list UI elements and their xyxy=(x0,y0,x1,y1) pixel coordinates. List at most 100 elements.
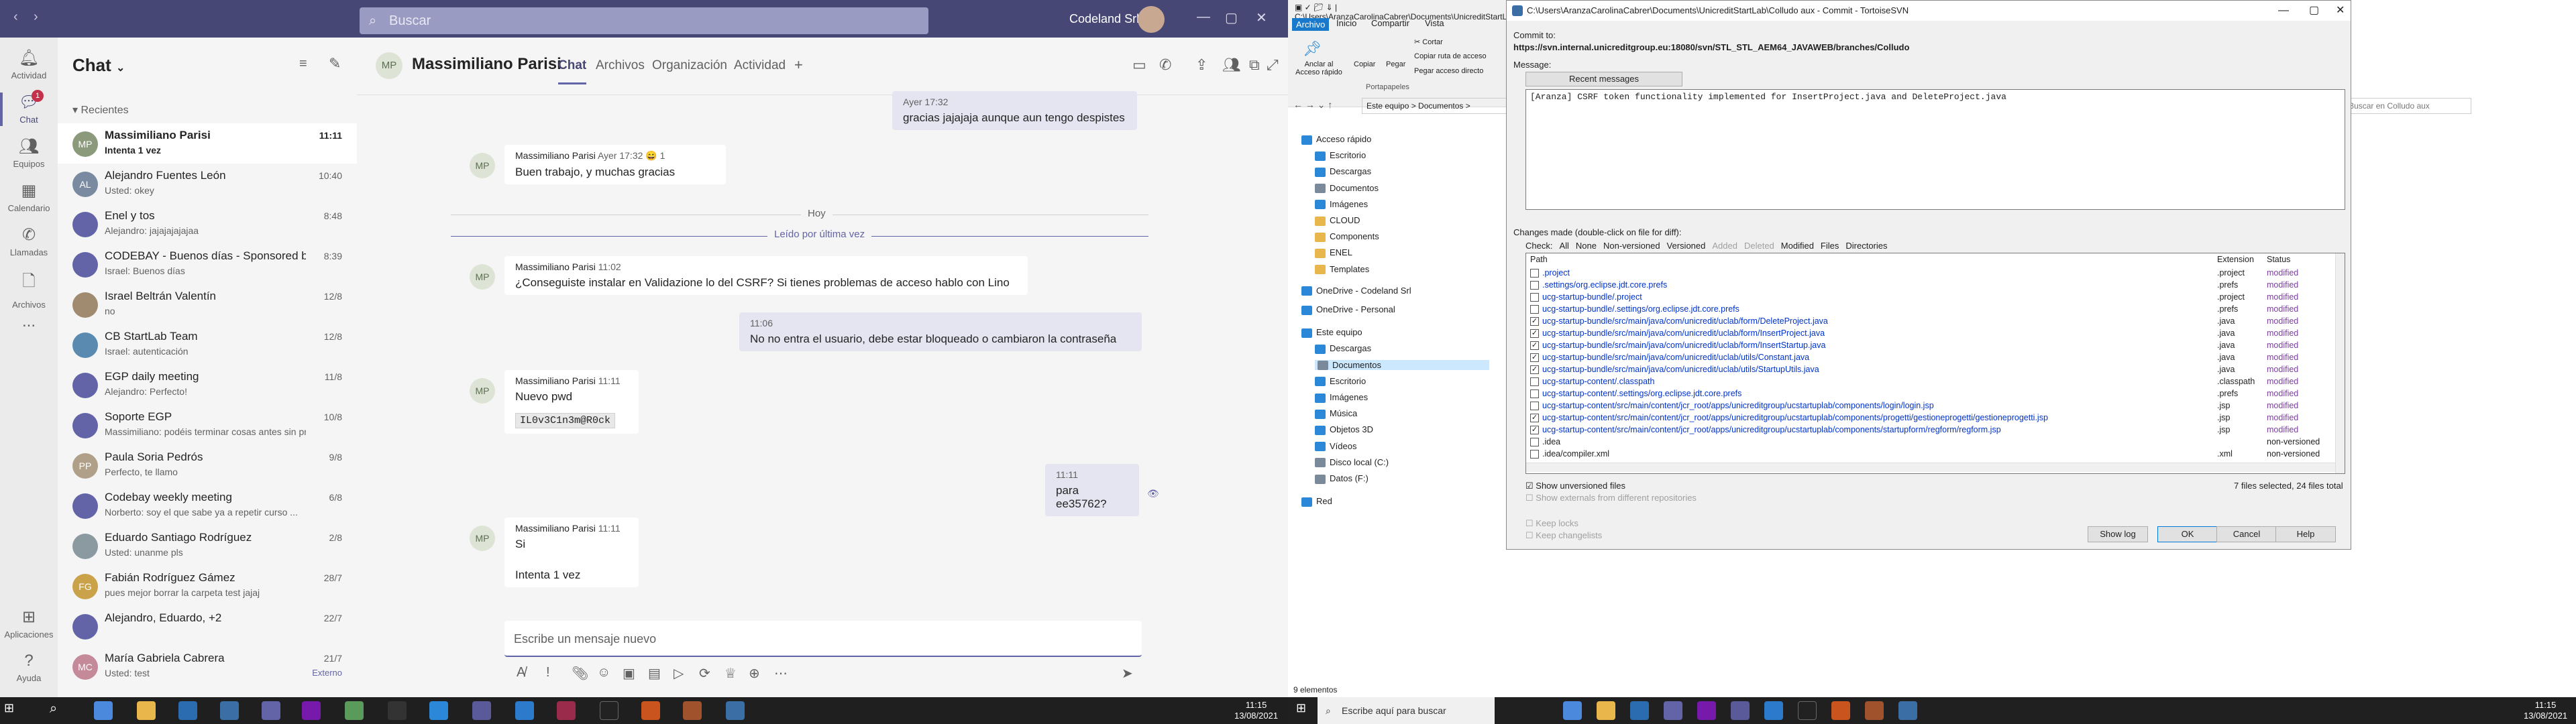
video-call-icon[interactable]: ▭ xyxy=(1132,56,1146,74)
help-button[interactable]: Help xyxy=(2275,526,2336,542)
file-row[interactable]: ✓ ucg-startup-bundle/src/main/java/com/un… xyxy=(1526,327,2331,339)
check-filter-non-versioned[interactable]: Non-versioned xyxy=(1603,241,1660,251)
horizontal-scrollbar[interactable] xyxy=(1526,463,2335,472)
file-checkbox[interactable]: ✓ xyxy=(1530,414,1539,422)
rail-apps[interactable]: ⊞ Aplicaciones xyxy=(0,601,58,648)
recent-messages-button[interactable]: Recent messages xyxy=(1525,72,1682,86)
important-icon[interactable]: ! xyxy=(546,665,550,680)
show-log-button[interactable]: Show log xyxy=(2088,526,2148,542)
ok-button[interactable]: OK xyxy=(2157,526,2218,542)
file-row[interactable]: .settings/org.eclipse.jdt.core.prefs .pre… xyxy=(1526,279,2331,291)
nav-item[interactable]: Datos (F:) xyxy=(1315,473,1368,484)
check-filter-versioned[interactable]: Versioned xyxy=(1667,241,1706,251)
back-arrow-icon[interactable]: ‹ xyxy=(13,9,18,25)
nav-item[interactable]: Documentos xyxy=(1315,359,1489,371)
chat-list-item[interactable]: FG Fabián Rodríguez Gámez pues mejor borra… xyxy=(58,566,357,606)
check-filter-none[interactable]: None xyxy=(1576,241,1597,251)
nav-item[interactable]: Música xyxy=(1315,408,1357,419)
windows-start-icon[interactable]: ⊞ xyxy=(4,701,23,720)
message-mine[interactable]: 11:11 para ee35762? xyxy=(1045,464,1139,516)
check-filter-modified[interactable]: Modified xyxy=(1781,241,1814,251)
chat-list-item[interactable]: Soporte EGP Massimiliano: podéis terminar… xyxy=(58,405,357,445)
chat-list-item[interactable]: Enel y tos Alejandro: jajajajajajaa 8:48 xyxy=(58,204,357,244)
reaction[interactable]: 😄 1 xyxy=(645,150,665,161)
nav-arrows[interactable]: ← → ⌄ ↑ xyxy=(1293,99,1332,111)
copy-button[interactable]: Copiar xyxy=(1354,60,1375,68)
vscode-icon[interactable] xyxy=(515,701,534,720)
address-bar[interactable]: Este equipo > Documentos > xyxy=(1362,98,1509,114)
file-checkbox[interactable] xyxy=(1530,293,1539,302)
app-icon[interactable] xyxy=(641,701,660,720)
maps-icon[interactable] xyxy=(429,701,448,720)
filter-icon[interactable]: ≡ xyxy=(299,56,307,72)
chat-list-item[interactable]: Codebay weekly meeting Norberto: soy el q… xyxy=(58,485,357,526)
file-checkbox[interactable]: ✓ xyxy=(1530,426,1539,434)
chat-list-item[interactable]: PP Paula Soria Pedrós Perfecto, te llamo 9/… xyxy=(58,445,357,485)
rail-help[interactable]: ? Ayuda xyxy=(0,645,58,692)
org-name[interactable]: Codeland Srl xyxy=(1069,12,1139,26)
chat-list-item[interactable]: MC María Gabriela Cabrera Usted: test 21/7 E… xyxy=(58,646,357,686)
nav-item[interactable]: Acceso rápido xyxy=(1301,134,1371,145)
app-icon[interactable] xyxy=(1865,701,1884,720)
onenote-icon[interactable] xyxy=(302,701,321,720)
file-row[interactable]: ✓ ucg-startup-bundle/src/main/java/com/un… xyxy=(1526,315,2331,327)
cancel-button[interactable]: Cancel xyxy=(2216,526,2277,542)
send-icon[interactable]: ➤ xyxy=(1122,665,1133,682)
maximize-icon[interactable]: ▢ xyxy=(2309,1,2319,21)
format-icon[interactable]: A̸ xyxy=(517,665,525,680)
file-checkbox[interactable] xyxy=(1530,402,1539,410)
show-unversioned-checkbox[interactable]: ☑ Show unversioned files xyxy=(1525,481,1625,491)
check-filter-files[interactable]: Files xyxy=(1821,241,1839,251)
file-checkbox[interactable] xyxy=(1530,281,1539,290)
tab-chat[interactable]: Chat xyxy=(558,58,587,84)
avatar[interactable] xyxy=(1138,6,1165,33)
file-row[interactable]: ✓ ucg-startup-bundle/src/main/java/com/un… xyxy=(1526,351,2331,363)
maximize-icon[interactable]: ▢ xyxy=(1225,9,1238,26)
file-checkbox[interactable] xyxy=(1530,377,1539,386)
terminal-icon[interactable] xyxy=(600,701,619,720)
message-theirs[interactable]: Massimiliano Parisi 11:11 Nuevo pwd IL0v… xyxy=(504,370,639,434)
paste-button[interactable]: Pegar xyxy=(1386,60,1405,68)
nav-item[interactable]: OneDrive - Personal xyxy=(1301,304,1395,315)
windows-start-icon[interactable]: ⊞ xyxy=(1296,701,1315,720)
app-icon[interactable] xyxy=(388,701,407,720)
rail-files[interactable]: 🗋︎ Archivos xyxy=(0,263,58,310)
tortoise-icon[interactable] xyxy=(1898,701,1917,720)
clock[interactable]: 11:15 13/08/2021 xyxy=(2524,700,2567,721)
file-row[interactable]: ucg-startup-content/.settings/org.eclips… xyxy=(1526,387,2331,400)
taskbar-search-input[interactable]: ⌕ Escribe aquí para buscar xyxy=(1318,697,1495,724)
tab-home[interactable]: Inicio xyxy=(1336,18,1356,28)
nav-item[interactable]: Escritorio xyxy=(1315,376,1366,387)
minimize-icon[interactable]: — xyxy=(1197,9,1210,25)
file-checkbox[interactable]: ✓ xyxy=(1530,317,1539,326)
nav-item[interactable]: OneDrive - Codeland Srl xyxy=(1301,286,1411,296)
chat-list-item[interactable]: Israel Beltrán Valentín no 12/8 xyxy=(58,284,357,324)
chrome-icon[interactable] xyxy=(94,701,113,720)
check-filter-directories[interactable]: Directories xyxy=(1845,241,1887,251)
file-row[interactable]: ucg-startup-content/src/main/content/jcr… xyxy=(1526,400,2331,412)
app-icon[interactable] xyxy=(1731,701,1750,720)
nav-item[interactable]: Imágenes xyxy=(1315,199,1368,210)
file-row[interactable]: ucg-startup-bundle/.project .project modif… xyxy=(1526,291,2331,303)
file-checkbox[interactable] xyxy=(1530,305,1539,314)
message-mine[interactable]: 11:06 No no entra el usuario, debe estar… xyxy=(739,312,1142,351)
tab-view[interactable]: Vista xyxy=(1425,18,1444,28)
tab-file[interactable]: Archivo xyxy=(1292,18,1330,31)
file-row[interactable]: .idea non-versioned xyxy=(1526,436,2331,448)
nav-item[interactable]: Templates xyxy=(1315,264,1369,275)
file-row[interactable]: .project .project modified xyxy=(1526,267,2331,279)
changed-files-list[interactable]: Path Extension Status .project .project mo… xyxy=(1525,253,2345,474)
praise-icon[interactable]: ♕ xyxy=(724,665,737,682)
file-row[interactable]: ✓ ucg-startup-bundle/src/main/java/com/un… xyxy=(1526,363,2331,375)
file-row[interactable]: ucg-startup-bundle/.settings/org.eclipse… xyxy=(1526,303,2331,315)
chat-list-item[interactable]: AL Alejandro Fuentes León Usted: okey 10:40 xyxy=(58,164,357,204)
search-icon[interactable]: ⌕ xyxy=(50,701,68,720)
schedule-icon[interactable]: ⊕ xyxy=(749,665,760,682)
app-icon[interactable] xyxy=(472,701,491,720)
file-row[interactable]: ✓ ucg-startup-content/src/main/content/jc… xyxy=(1526,412,2331,424)
gif-icon[interactable]: ▣ xyxy=(623,665,635,682)
new-chat-icon[interactable]: ✎ xyxy=(329,55,341,72)
clock[interactable]: 11:15 13/08/2021 xyxy=(1234,700,1278,721)
keep-changelists-checkbox[interactable]: ☐ Keep changelists xyxy=(1525,530,1602,541)
popout-icon[interactable]: ⧉ xyxy=(1249,56,1260,74)
